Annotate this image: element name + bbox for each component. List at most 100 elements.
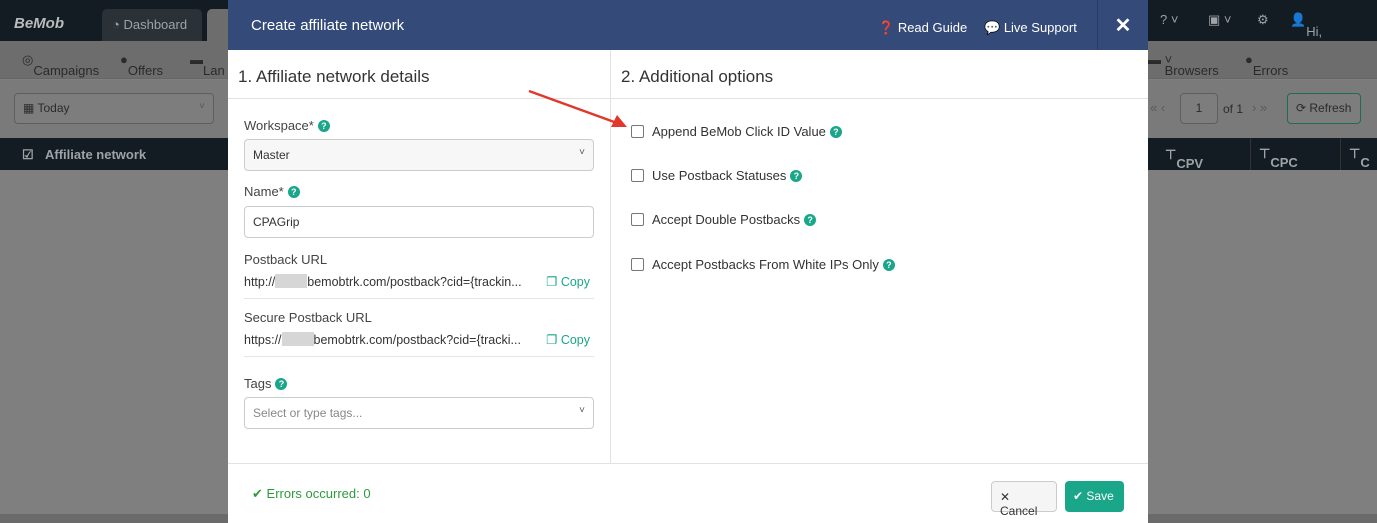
option-double-postbacks[interactable]: Accept Double Postbacks? — [631, 212, 817, 227]
workspace-value: Master — [253, 148, 290, 162]
copy-secure-postback-button[interactable]: ❐ Copy — [546, 332, 590, 347]
copy-icon: ❐ — [546, 333, 558, 347]
option-white-ips[interactable]: Accept Postbacks From White IPs Only? — [631, 257, 895, 272]
modal-header: Create affiliate network ❓ Read Guide 💬 … — [228, 0, 1148, 50]
url-prefix: http:// — [244, 275, 276, 289]
tab-label: Dashboard — [123, 17, 188, 32]
help-icon[interactable]: ? — [829, 126, 842, 138]
workspaces-menu-icon[interactable]: ▣ ˅ — [1208, 12, 1232, 28]
section-divider — [228, 98, 1148, 99]
refresh-label: Refresh — [1309, 101, 1352, 115]
col-cpv[interactable]: ⊤ CPV — [1165, 147, 1203, 171]
copy-icon: ❐ — [546, 275, 558, 289]
settings-gear-icon[interactable]: ⚙ — [1257, 12, 1269, 28]
copy-postback-button[interactable]: ❐ Copy — [546, 274, 590, 289]
postback-url-field: http:// bemobtrk.com/postback?cid={tracki… — [244, 274, 594, 299]
url-rest: bemobtrk.com/postback?cid={trackin... — [307, 275, 522, 289]
live-support-link[interactable]: 💬 Live Support — [984, 20, 1077, 36]
secure-postback-url-label: Secure Postback URL — [244, 310, 372, 325]
help-icon[interactable]: ? — [882, 259, 895, 271]
tags-placeholder: Select or type tags... — [253, 406, 363, 420]
prev-page-icons[interactable]: « ‹ — [1150, 100, 1165, 115]
errors-text: Errors occurred: 0 — [266, 486, 371, 501]
postback-url-label: Postback URL — [244, 252, 328, 267]
cancel-label: Cancel — [1000, 504, 1038, 518]
modal-title: Create affiliate network — [251, 17, 405, 34]
checkbox[interactable] — [631, 258, 644, 271]
read-guide-link[interactable]: ❓ Read Guide — [878, 20, 967, 36]
chat-icon: 💬 — [984, 20, 1001, 35]
help-icon[interactable]: ? — [287, 186, 300, 198]
secure-postback-url-field: https:// bemobtrk.com/postback?cid={track… — [244, 332, 594, 357]
col-affiliate-network[interactable]: Affiliate network — [45, 147, 146, 162]
label-text: Tags — [244, 376, 272, 391]
chevron-down-icon: ˅ — [579, 405, 585, 416]
nav-label: Lan — [203, 63, 225, 78]
option-append-click-id[interactable]: Append BeMob Click ID Value? — [631, 124, 842, 139]
nav-browsers[interactable]: ▬ Browsers ˅ — [1148, 52, 1219, 78]
checkbox[interactable] — [631, 213, 644, 226]
live-support-label: Live Support — [1003, 20, 1077, 35]
tags-label: Tags? — [244, 376, 288, 391]
help-icon[interactable]: ? — [275, 378, 288, 390]
nav-landers[interactable]: ▬ Lan — [190, 52, 225, 78]
option-label: Use Postback Statuses — [652, 168, 787, 183]
nav-offers[interactable]: ● Offers — [120, 52, 163, 78]
chevron-down-icon: ˅ — [199, 101, 205, 112]
nav-errors[interactable]: ● Errors — [1245, 52, 1288, 78]
next-page-icons[interactable]: › » — [1252, 100, 1267, 115]
page-count: of 1 — [1223, 102, 1244, 116]
tags-select[interactable]: Select or type tags... ˅ — [244, 397, 594, 429]
select-all-checkbox[interactable]: ☑ — [22, 147, 34, 163]
help-icon[interactable]: ? — [790, 170, 803, 182]
help-menu-icon[interactable]: ? ˅ — [1160, 12, 1178, 27]
chevron-down-icon: ˅ — [579, 147, 585, 158]
cancel-button[interactable]: ✕ Cancel — [991, 481, 1057, 518]
copy-label: Copy — [560, 333, 590, 347]
date-range-select[interactable]: ▦ Today ˅ — [14, 93, 214, 124]
label-text: Workspace* — [244, 118, 314, 133]
user-menu[interactable]: 👤 Hi, BeMob — [1290, 12, 1347, 54]
nav-label: Browsers — [1164, 63, 1219, 78]
redacted-domain — [281, 332, 314, 346]
workspace-label: Workspace*? — [244, 118, 330, 133]
section-details-title: 1. Affiliate network details — [238, 67, 430, 86]
read-guide-label: Read Guide — [897, 20, 968, 35]
nav-label: Campaigns — [33, 63, 100, 78]
col-c[interactable]: ⊤ C — [1340, 138, 1370, 170]
help-icon[interactable]: ? — [317, 120, 330, 132]
nav-campaigns[interactable]: ◎ Campaigns — [22, 52, 99, 78]
label-text: Name* — [244, 184, 284, 199]
save-button[interactable]: ✔ Save — [1065, 481, 1124, 512]
option-label: Accept Double Postbacks — [652, 212, 801, 227]
url-rest: bemobtrk.com/postback?cid={tracki... — [313, 333, 521, 347]
checkbox[interactable] — [631, 169, 644, 182]
date-value: Today — [37, 101, 70, 115]
copy-label: Copy — [560, 275, 590, 289]
page-input[interactable]: 1 — [1180, 93, 1218, 124]
footer-divider — [228, 463, 1148, 464]
name-label: Name*? — [244, 184, 300, 199]
option-label: Append BeMob Click ID Value — [652, 124, 826, 139]
option-label: Accept Postbacks From White IPs Only — [652, 257, 879, 272]
col-label: CPC — [1270, 155, 1298, 170]
nav-label: Errors — [1252, 63, 1289, 78]
refresh-button[interactable]: ⟳ Refresh — [1287, 93, 1361, 124]
create-affiliate-network-modal: Create affiliate network ❓ Read Guide 💬 … — [228, 0, 1148, 523]
help-icon[interactable]: ? — [804, 214, 817, 226]
close-button[interactable]: ✕ — [1097, 0, 1148, 50]
errors-status: ✔ Errors occurred: 0 — [252, 486, 371, 502]
tab-dashboard[interactable]: ◔ Dashboard — [102, 9, 202, 41]
red-arrow-annotation — [528, 89, 627, 127]
redacted-domain — [275, 274, 308, 288]
bemob-logo: BeMob — [14, 15, 64, 32]
workspace-select[interactable]: Master ˅ — [244, 139, 594, 171]
name-input[interactable]: CPAGrip — [244, 206, 594, 238]
col-cpc[interactable]: ⊤ CPC — [1250, 138, 1298, 170]
question-icon: ❓ — [878, 20, 895, 35]
option-postback-statuses[interactable]: Use Postback Statuses? — [631, 168, 803, 183]
col-label: CPV — [1176, 156, 1204, 171]
save-label: Save — [1086, 489, 1114, 503]
col-label: C — [1360, 155, 1370, 170]
section-options-title: 2. Additional options — [621, 67, 774, 86]
